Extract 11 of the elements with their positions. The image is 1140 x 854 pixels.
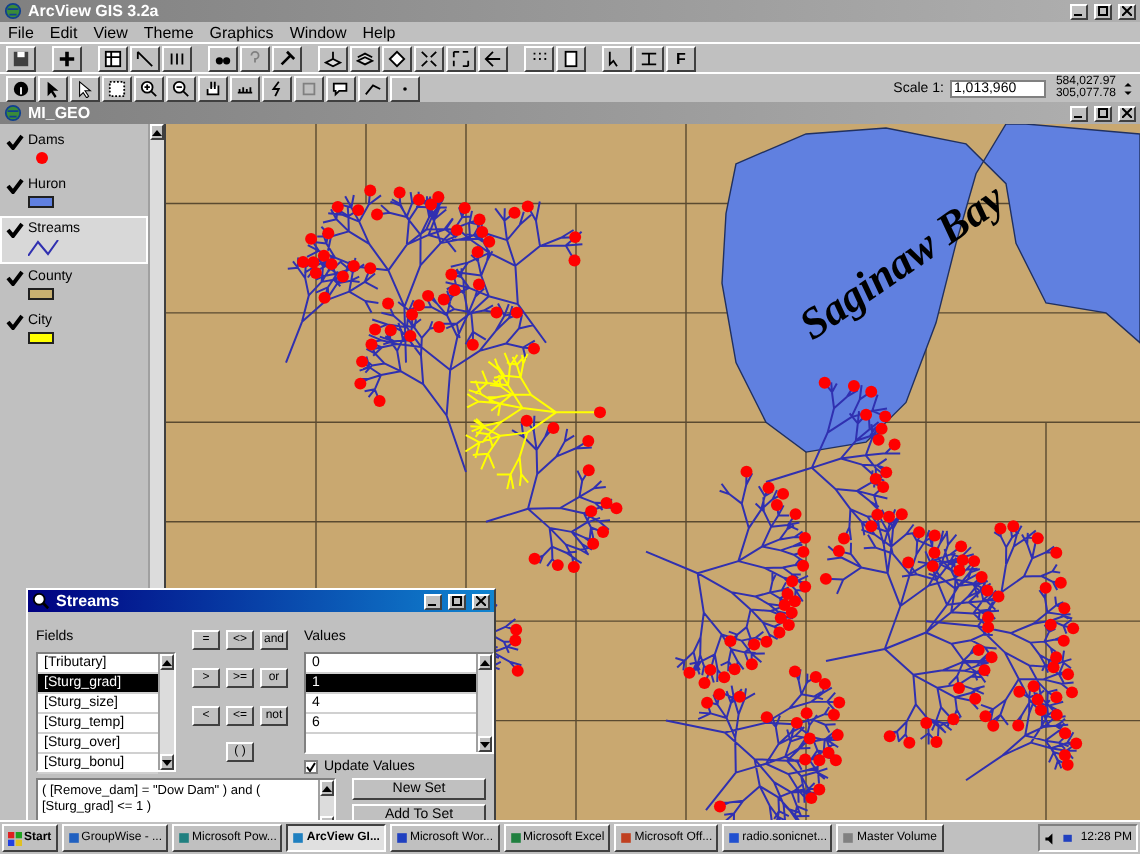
dialog-title: Streams: [56, 592, 122, 610]
menu-item[interactable]: File: [8, 23, 34, 41]
menu-item[interactable]: Graphics: [209, 23, 274, 41]
toolbar-button[interactable]: F: [666, 45, 696, 71]
window-title: MI_GEO: [28, 104, 93, 122]
menu-item[interactable]: Edit: [49, 23, 78, 41]
menu-item[interactable]: Window: [289, 23, 347, 41]
menu-item[interactable]: Help: [362, 23, 396, 41]
menu-item[interactable]: View: [93, 23, 128, 41]
menu-item[interactable]: Theme: [143, 23, 194, 41]
window-title: ArcView GIS 3.2a: [28, 2, 161, 20]
